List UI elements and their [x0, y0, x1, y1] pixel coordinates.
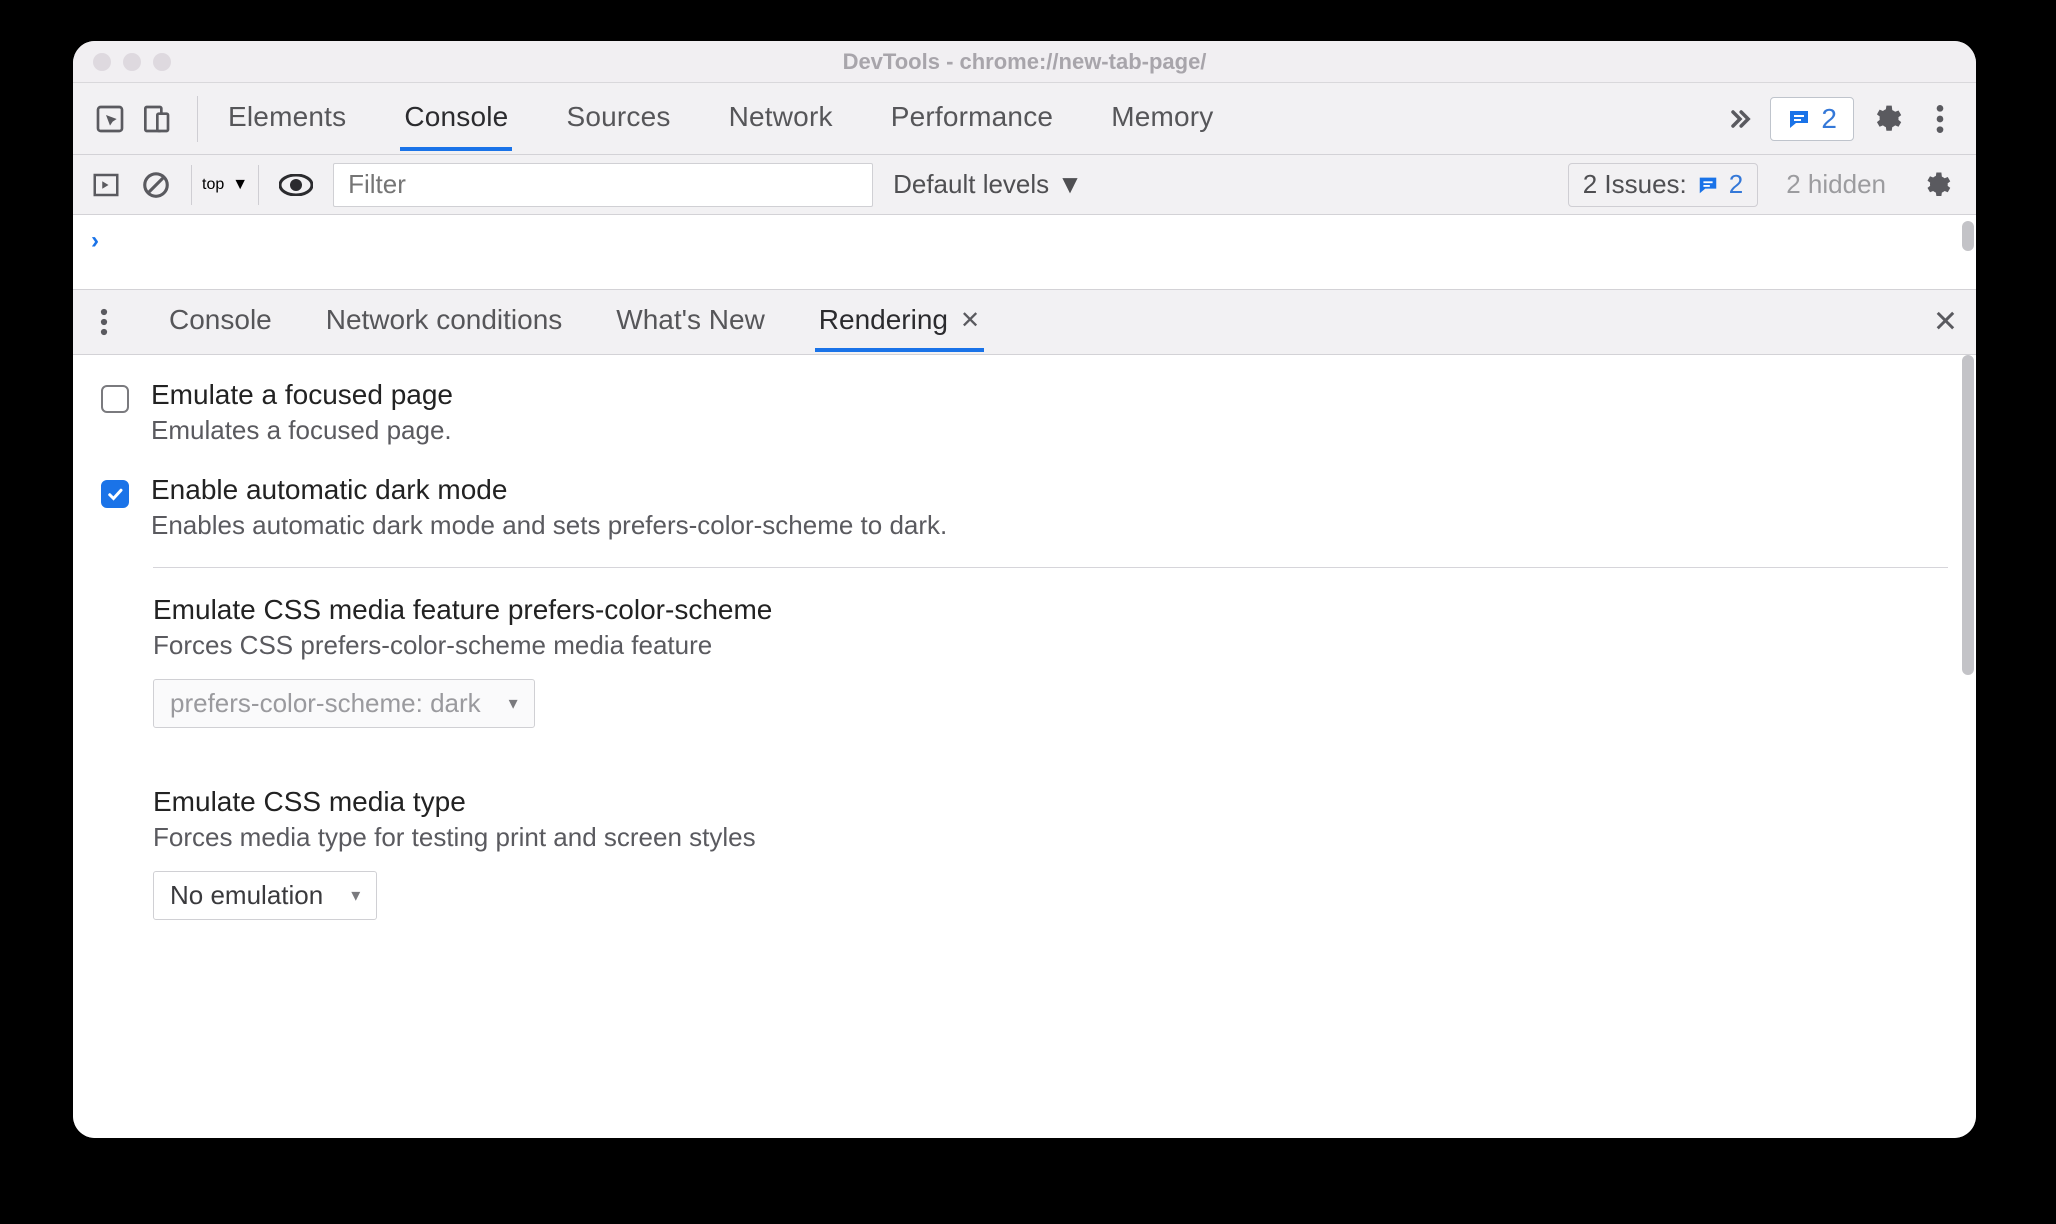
close-drawer-icon[interactable]: ✕: [1933, 305, 1958, 340]
close-tab-icon[interactable]: ✕: [960, 306, 980, 335]
tab-sources[interactable]: Sources: [562, 87, 674, 151]
more-options-icon[interactable]: [1918, 103, 1962, 135]
setting-prefers-color-scheme: Emulate CSS media feature prefers-color-…: [73, 580, 1976, 742]
message-icon: [1787, 107, 1811, 131]
issues-badge-count: 2: [1821, 103, 1837, 135]
setting-desc: Forces CSS prefers-color-scheme media fe…: [153, 630, 1948, 661]
tab-elements[interactable]: Elements: [224, 87, 350, 151]
issues-badge[interactable]: 2: [1770, 97, 1854, 141]
chevron-down-icon: ▾: [351, 885, 360, 906]
drawer-tab-console[interactable]: Console: [165, 292, 276, 352]
main-tabs: Elements Console Sources Network Perform…: [224, 87, 1218, 151]
rendering-panel: Emulate a focused page Emulates a focuse…: [73, 355, 1976, 1138]
main-tabstrip: Elements Console Sources Network Perform…: [73, 83, 1976, 155]
hidden-messages-label[interactable]: 2 hidden: [1778, 169, 1894, 200]
issues-counter-count: 2: [1729, 169, 1743, 200]
select-prefers-color-scheme[interactable]: prefers-color-scheme: dark ▾: [153, 679, 535, 728]
setting-desc: Forces media type for testing print and …: [153, 822, 1948, 853]
console-settings-gear-icon[interactable]: [1914, 170, 1958, 200]
settings-gear-icon[interactable]: [1864, 103, 1908, 135]
setting-title: Enable automatic dark mode: [151, 474, 947, 506]
window-titlebar: DevTools - chrome://new-tab-page/: [73, 41, 1976, 83]
chevron-down-icon: ▾: [509, 693, 518, 714]
console-sidebar-toggle-icon[interactable]: [91, 170, 121, 200]
prompt-chevron-icon: ›: [91, 227, 99, 255]
console-prompt-area[interactable]: ›: [73, 215, 1976, 289]
setting-title: Emulate a focused page: [151, 379, 453, 411]
setting-media-type: Emulate CSS media type Forces media type…: [73, 772, 1976, 934]
tab-memory[interactable]: Memory: [1107, 87, 1217, 151]
filter-input[interactable]: [333, 163, 873, 207]
setting-desc: Enables automatic dark mode and sets pre…: [151, 510, 947, 541]
chevron-down-icon: ▼: [232, 176, 248, 194]
drawer-more-icon[interactable]: [89, 307, 119, 337]
toolbar-left: [87, 96, 198, 142]
setting-title: Emulate CSS media feature prefers-color-…: [153, 594, 1948, 626]
context-selector[interactable]: top ▼: [191, 165, 259, 205]
issues-counter[interactable]: 2 Issues: 2: [1568, 163, 1759, 207]
message-icon: [1697, 174, 1719, 196]
drawer-tab-rendering[interactable]: Rendering ✕: [815, 292, 984, 352]
tab-console[interactable]: Console: [400, 87, 512, 151]
device-toolbar-icon[interactable]: [133, 96, 179, 142]
checkbox-auto-dark-mode[interactable]: [101, 480, 129, 508]
divider: [153, 567, 1948, 568]
drawer-tabstrip: Console Network conditions What's New Re…: [73, 289, 1976, 355]
select-value: No emulation: [170, 880, 323, 911]
console-toolbar: top ▼ Default levels ▼ 2 Issues: 2 2 hid…: [73, 155, 1976, 215]
drawer-tab-rendering-label: Rendering: [819, 304, 948, 336]
log-levels-selector[interactable]: Default levels ▼: [893, 169, 1083, 200]
select-media-type[interactable]: No emulation ▾: [153, 871, 377, 920]
checkbox-focused-page[interactable]: [101, 385, 129, 413]
setting-title: Emulate CSS media type: [153, 786, 1948, 818]
setting-emulate-focused-page: Emulate a focused page Emulates a focuse…: [73, 365, 1976, 460]
drawer-tab-whats-new[interactable]: What's New: [612, 292, 769, 352]
overflow-tabs-icon[interactable]: [1710, 105, 1770, 133]
setting-auto-dark-mode: Enable automatic dark mode Enables autom…: [73, 460, 1976, 555]
setting-desc: Emulates a focused page.: [151, 415, 453, 446]
devtools-window: DevTools - chrome://new-tab-page/ Elemen…: [73, 41, 1976, 1138]
context-selector-label: top: [202, 176, 224, 194]
tab-performance[interactable]: Performance: [887, 87, 1058, 151]
window-title: DevTools - chrome://new-tab-page/: [73, 49, 1976, 75]
live-expression-icon[interactable]: [279, 174, 313, 196]
select-value: prefers-color-scheme: dark: [170, 688, 481, 719]
scrollbar-thumb[interactable]: [1962, 221, 1974, 251]
scrollbar-thumb[interactable]: [1962, 355, 1974, 675]
chevron-down-icon: ▼: [1057, 169, 1083, 200]
tab-network[interactable]: Network: [725, 87, 837, 151]
drawer-tab-network-conditions[interactable]: Network conditions: [322, 292, 567, 352]
log-levels-label: Default levels: [893, 169, 1049, 200]
check-icon: [106, 485, 124, 503]
inspect-element-icon[interactable]: [87, 96, 133, 142]
issues-counter-label: 2 Issues:: [1583, 169, 1687, 200]
clear-console-icon[interactable]: [141, 170, 171, 200]
